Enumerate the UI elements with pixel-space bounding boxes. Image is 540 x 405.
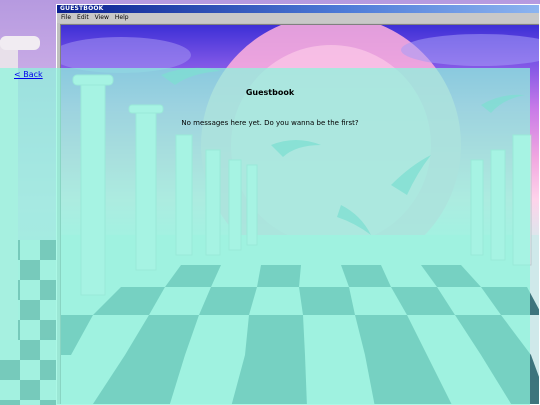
empty-state-message: No messages here yet. Do you wanna be th…: [181, 119, 359, 127]
page-title: Guestbook: [245, 88, 295, 97]
menu-view[interactable]: View: [95, 13, 109, 23]
menu-edit[interactable]: Edit: [77, 13, 89, 23]
menu-file[interactable]: File: [61, 13, 71, 23]
back-link[interactable]: < Back: [14, 70, 43, 79]
window-title: GUESTBOOK: [57, 5, 539, 13]
menu-help[interactable]: Help: [115, 13, 129, 23]
menu-bar: File Edit View Help: [57, 13, 539, 23]
